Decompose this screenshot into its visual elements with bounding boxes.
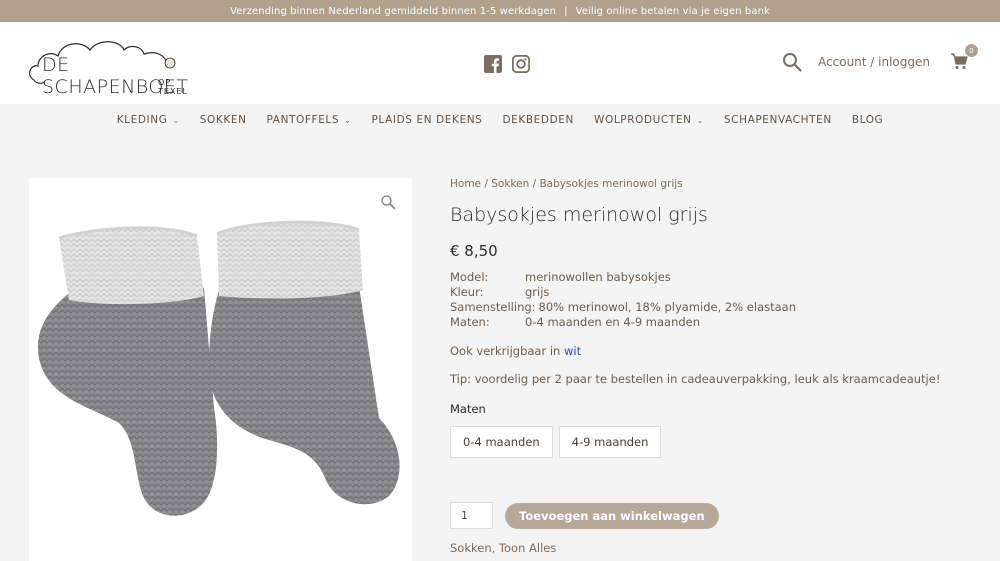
product-image[interactable] — [29, 178, 412, 561]
nav-label: PANTOFFELS — [266, 114, 340, 126]
cart-count-badge: 0 — [965, 44, 978, 57]
spec-key: Maten: — [450, 315, 490, 329]
spec-key: Model: — [450, 270, 489, 284]
breadcrumb-separator: / — [481, 178, 492, 190]
spec-value: grijs — [525, 285, 550, 299]
cart-button[interactable]: 0 — [950, 44, 978, 72]
spec-key: Kleur: — [450, 285, 484, 299]
product-tip: Tip: voordelig per 2 paar te bestellen i… — [450, 372, 941, 386]
spec-row: Model: merinowollen babysokjes — [450, 270, 970, 285]
baby-socks-image — [37, 220, 400, 516]
size-selector-label: Maten — [450, 402, 486, 416]
spec-key: Samenstelling: — [450, 300, 536, 314]
site-header: DE SCHAPENBOET OP TEXEL Account / inlogg… — [0, 22, 1000, 104]
breadcrumb-category[interactable]: Sokken — [491, 178, 529, 190]
nav-label: KLEDING — [116, 114, 168, 126]
product-specs: Model: merinowollen babysokjes Kleur: grij… — [450, 270, 970, 330]
product-title: Babysokjes merinowol grijs — [450, 204, 708, 226]
nav-label: DEKBEDDEN — [502, 114, 574, 126]
product-summary: Home / Sokken / Babysokjes merinowol gri… — [450, 178, 970, 555]
announcement-bar: Verzending binnen Nederland gemiddeld bi… — [0, 0, 1000, 22]
spec-value: 0-4 maanden en 4-9 maanden — [525, 315, 701, 329]
breadcrumb: Home / Sokken / Babysokjes merinowol gri… — [450, 178, 970, 190]
nav-item-pantoffels[interactable]: PANTOFFELS ⌄ — [267, 114, 352, 126]
variant-link-wit[interactable]: wit — [564, 344, 581, 358]
nav-item-blog[interactable]: BLOG — [852, 114, 883, 126]
search-icon[interactable] — [782, 52, 802, 72]
chevron-down-icon: ⌄ — [172, 115, 180, 125]
breadcrumb-home[interactable]: Home — [450, 178, 481, 190]
nav-item-kleding[interactable]: KLEDING ⌄ — [117, 114, 180, 126]
breadcrumb-current: Babysokjes merinowol grijs — [539, 178, 683, 190]
nav-label: WOLPRODUCTEN — [593, 114, 692, 126]
site-logo[interactable]: DE SCHAPENBOET OP TEXEL — [28, 36, 203, 98]
nav-item-sokken[interactable]: SOKKEN — [200, 114, 247, 126]
also-available: Ook verkrijgbaar in wit — [450, 344, 970, 358]
facebook-icon[interactable] — [484, 55, 502, 73]
nav-item-schapenvachten[interactable]: SCHAPENVACHTEN — [724, 114, 832, 126]
zoom-icon[interactable] — [380, 194, 396, 210]
spec-row: Maten: 0-4 maanden en 4-9 maanden — [450, 315, 970, 330]
instagram-icon[interactable] — [512, 55, 530, 73]
add-to-cart-form: Toevoegen aan winkelwagen — [450, 502, 970, 529]
payment-notice: Veilig online betalen via je eigen bank — [575, 5, 770, 17]
nav-label: PLAIDS EN DEKENS — [371, 114, 483, 126]
size-option-0-4-maanden[interactable]: 0-4 maanden — [450, 426, 553, 458]
header-actions: Account / inloggen 0 — [782, 44, 978, 72]
nav-label: SOKKEN — [199, 114, 247, 126]
spec-value: merinowollen babysokjes — [525, 270, 671, 284]
spec-row: Samenstelling: 80% merinowol, 18% plyamid… — [450, 300, 970, 315]
nav-item-wolproducten[interactable]: WOLPRODUCTEN ⌄ — [594, 114, 704, 126]
nav-item-plaids-en-dekens[interactable]: PLAIDS EN DEKENS — [371, 114, 482, 126]
spec-value: 80% merinowol, 18% plyamide, 2% elastaan — [538, 300, 796, 314]
logo-subtext: OP TEXEL — [158, 78, 188, 96]
category-link-sokken[interactable]: Sokken — [450, 541, 492, 555]
product-categories: Sokken, Toon Alles — [450, 541, 970, 555]
add-to-cart-button[interactable]: Toevoegen aan winkelwagen — [505, 502, 719, 529]
chevron-down-icon: ⌄ — [344, 115, 352, 125]
account-link[interactable]: Account / inloggen — [818, 55, 930, 69]
social-links — [484, 55, 530, 73]
cart-icon — [951, 53, 968, 69]
nav-item-dekbedden[interactable]: DEKBEDDEN — [502, 114, 574, 126]
spec-row: Kleur: grijs — [450, 285, 970, 300]
quantity-input[interactable] — [450, 502, 493, 529]
size-selector: 0-4 maanden 4-9 maanden — [450, 426, 970, 458]
nav-label: BLOG — [851, 114, 884, 126]
chevron-down-icon: ⌄ — [696, 115, 704, 125]
nav-label: SCHAPENVACHTEN — [723, 114, 832, 126]
breadcrumb-separator: / — [529, 178, 540, 190]
show-all-link[interactable]: Toon Alles — [499, 541, 556, 555]
main-navigation: KLEDING ⌄ SOKKEN PANTOFFELS ⌄ PLAIDS EN DE… — [0, 104, 1000, 136]
shipping-notice: Verzending binnen Nederland gemiddeld bi… — [230, 5, 557, 17]
category-separator: , — [491, 541, 499, 555]
product-price: € 8,50 — [450, 242, 498, 260]
announcement-separator: | — [564, 5, 568, 17]
also-available-text: Ook verkrijgbaar in — [450, 344, 565, 358]
size-option-4-9-maanden[interactable]: 4-9 maanden — [558, 426, 662, 458]
